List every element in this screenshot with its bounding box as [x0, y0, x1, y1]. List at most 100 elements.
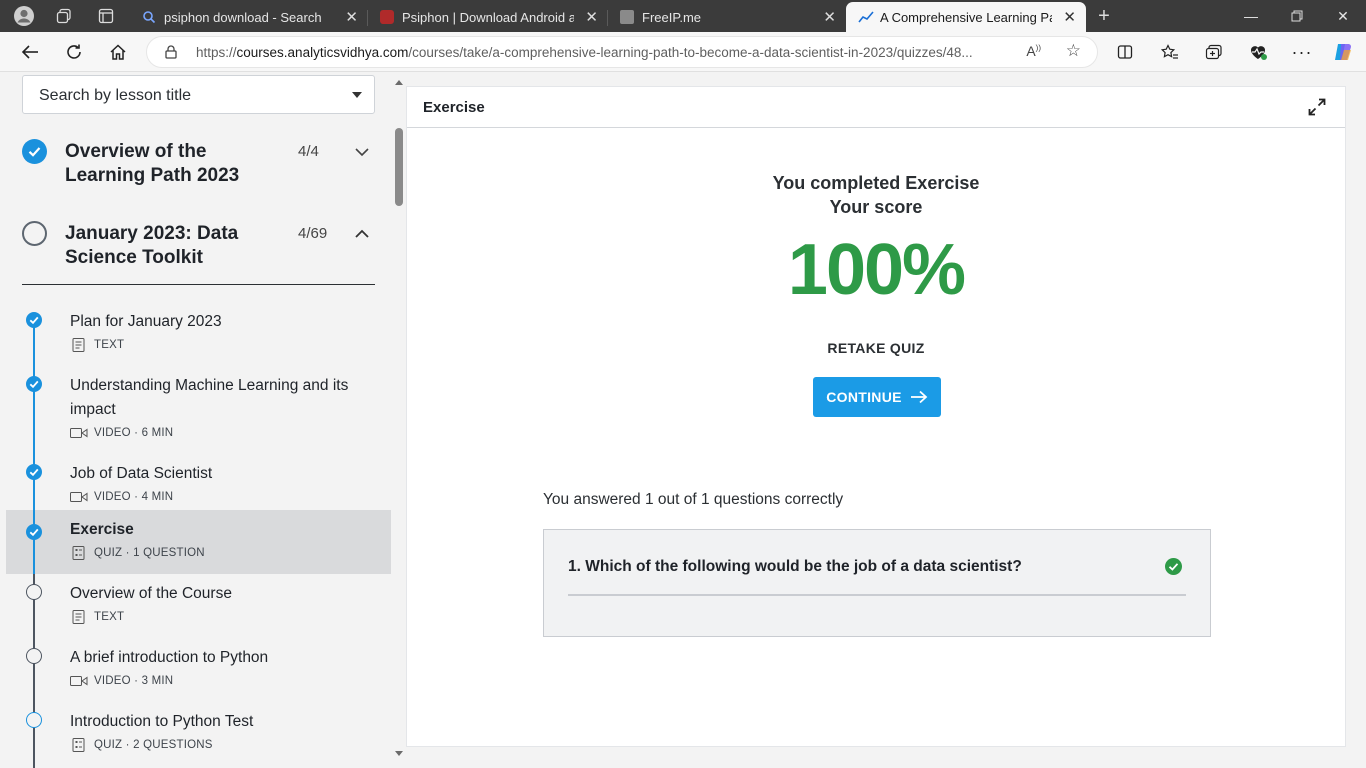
url-text[interactable]: https://courses.analyticsvidhya.com/cour…: [196, 45, 1016, 60]
lesson-search-placeholder: Search by lesson title: [39, 87, 192, 104]
lesson-item[interactable]: A brief introduction to Python VIDEO · 3…: [6, 638, 391, 702]
sidebar-scrollbar[interactable]: [392, 73, 406, 763]
close-tab-icon[interactable]: ✕: [345, 8, 358, 26]
section-january-2023[interactable]: January 2023: Data Science Toolkit 4/69: [22, 221, 375, 281]
tab-title: psiphon download - Search: [164, 9, 322, 25]
collections-icon[interactable]: [1202, 40, 1226, 64]
lesson-item[interactable]: Introduction to Python Test QUIZ · 2 QUE…: [6, 702, 391, 766]
close-tab-icon[interactable]: ✕: [1063, 8, 1076, 26]
expand-fullscreen-icon[interactable]: [1307, 97, 1327, 117]
text-lesson-icon: [72, 338, 85, 352]
section-incomplete-circle-icon: [22, 221, 47, 246]
lesson-title: Exercise: [70, 521, 134, 538]
tab-title: Psiphon | Download Android app: [402, 9, 574, 25]
lesson-complete-check-icon: [26, 524, 42, 540]
continue-button[interactable]: CONTINUE: [813, 377, 941, 417]
lesson-title: Plan for January 2023: [70, 313, 222, 330]
correct-check-icon: [1165, 558, 1182, 575]
restore-icon[interactable]: [1274, 0, 1320, 32]
browser-essentials-icon[interactable]: [1246, 40, 1270, 64]
quiz-result-panel: Exercise You completed Exercise Your sco…: [406, 86, 1346, 747]
panel-header: Exercise: [407, 87, 1345, 128]
browser-toolbar: https://courses.analyticsvidhya.com/cour…: [0, 32, 1366, 72]
progress-line-todo: [33, 574, 35, 768]
arrow-right-icon: [910, 390, 928, 404]
close-window-icon[interactable]: ✕: [1320, 0, 1366, 32]
chevron-down-icon[interactable]: [353, 143, 371, 161]
address-bar[interactable]: https://courses.analyticsvidhya.com/cour…: [146, 36, 1098, 68]
tab-learning-path[interactable]: A Comprehensive Learning Path t ✕: [846, 2, 1086, 32]
section-overview[interactable]: Overview of the Learning Path 2023 4/4: [22, 139, 375, 199]
minimize-icon[interactable]: —: [1228, 0, 1274, 32]
psiphon-icon: [380, 10, 394, 24]
lesson-meta-text: TEXT: [94, 339, 125, 351]
refresh-icon[interactable]: [60, 38, 88, 66]
copilot-icon[interactable]: [1331, 40, 1355, 64]
lesson-title: Introduction to Python Test: [70, 713, 254, 730]
completed-exercise-text: You completed Exercise: [772, 173, 980, 193]
section-title: Overview of the Learning Path 2023: [65, 141, 240, 186]
close-tab-icon[interactable]: ✕: [823, 8, 836, 26]
lesson-incomplete-circle-icon: [26, 712, 42, 728]
profile-avatar-icon[interactable]: [12, 4, 36, 28]
completion-message: You completed Exercise Your score: [407, 171, 1345, 219]
text-lesson-icon: [72, 610, 85, 624]
lesson-meta-text: QUIZ · 1 QUESTION: [94, 547, 205, 559]
favorite-star-icon[interactable]: ☆: [1066, 41, 1081, 61]
scrollbar-thumb[interactable]: [395, 128, 403, 206]
quiz-lesson-icon: [72, 738, 85, 752]
lesson-meta-text: QUIZ · 2 QUESTIONS: [94, 739, 213, 751]
lesson-item[interactable]: Overview of the Course TEXT: [6, 574, 391, 638]
read-aloud-icon[interactable]: A)): [1026, 43, 1041, 59]
retake-quiz-button[interactable]: RETAKE QUIZ: [407, 340, 1345, 356]
scroll-up-arrow-icon[interactable]: [395, 80, 403, 85]
lesson-meta: TEXT: [70, 610, 124, 624]
lesson-incomplete-circle-icon: [26, 584, 42, 600]
split-screen-icon[interactable]: [1113, 40, 1137, 64]
lesson-meta-text: VIDEO · 4 MIN: [94, 491, 174, 503]
close-tab-icon[interactable]: ✕: [585, 8, 598, 26]
tab-psiphon-download[interactable]: Psiphon | Download Android app ✕: [368, 2, 608, 32]
home-icon[interactable]: [104, 38, 132, 66]
url-host: courses.analyticsvidhya.com: [236, 45, 409, 60]
question-divider: [568, 594, 1186, 596]
back-icon[interactable]: [16, 38, 44, 66]
course-sidebar: Search by lesson title Overview of the L…: [0, 73, 406, 768]
lesson-meta: QUIZ · 2 QUESTIONS: [70, 738, 213, 752]
video-lesson-icon: [70, 492, 88, 502]
tab-freeip[interactable]: FreeIP.me ✕: [608, 2, 846, 32]
more-options-icon[interactable]: ···: [1290, 40, 1314, 64]
chevron-up-icon[interactable]: [353, 225, 371, 243]
dropdown-caret-icon[interactable]: [352, 92, 362, 98]
lesson-complete-check-icon: [26, 376, 42, 392]
question-result-card[interactable]: 1. Which of the following would be the j…: [543, 529, 1211, 637]
your-score-label: Your score: [829, 197, 923, 217]
section-complete-check-icon: [22, 139, 47, 164]
section-progress-count: 4/69: [298, 225, 328, 242]
lesson-title: Understanding Machine Learning and its i…: [70, 377, 349, 418]
new-tab-icon[interactable]: +: [1092, 4, 1116, 28]
lesson-meta-text: VIDEO · 6 MIN: [94, 427, 174, 439]
lesson-meta: QUIZ · 1 QUESTION: [70, 546, 205, 560]
browser-tab-bar: psiphon download - Search ✕ Psiphon | Do…: [0, 0, 1366, 32]
tab-psiphon-search[interactable]: psiphon download - Search ✕: [130, 2, 368, 32]
lesson-complete-check-icon: [26, 464, 42, 480]
lesson-meta: TEXT: [70, 338, 124, 352]
lesson-item[interactable]: Understanding Machine Learning and its i…: [6, 366, 391, 454]
lesson-meta-text: VIDEO · 3 MIN: [94, 675, 174, 687]
lesson-item[interactable]: Job of Data Scientist VIDEO · 4 MIN: [6, 454, 391, 518]
lesson-meta: VIDEO · 6 MIN: [70, 426, 173, 440]
lesson-item[interactable]: Plan for January 2023 TEXT: [6, 302, 391, 366]
favorites-icon[interactable]: [1158, 40, 1182, 64]
scroll-down-arrow-icon[interactable]: [395, 751, 403, 756]
url-scheme: https://: [196, 45, 237, 60]
lesson-item-active[interactable]: Exercise QUIZ · 1 QUESTION: [6, 510, 391, 574]
tab-actions-icon[interactable]: [94, 4, 118, 28]
question-text: 1. Which of the following would be the j…: [568, 558, 1022, 575]
video-lesson-icon: [70, 428, 88, 438]
workspaces-icon[interactable]: [52, 4, 76, 28]
continue-label: CONTINUE: [826, 389, 902, 405]
lesson-search-select[interactable]: Search by lesson title: [22, 75, 375, 114]
lock-icon[interactable]: [165, 45, 177, 59]
lesson-meta: VIDEO · 4 MIN: [70, 490, 173, 504]
